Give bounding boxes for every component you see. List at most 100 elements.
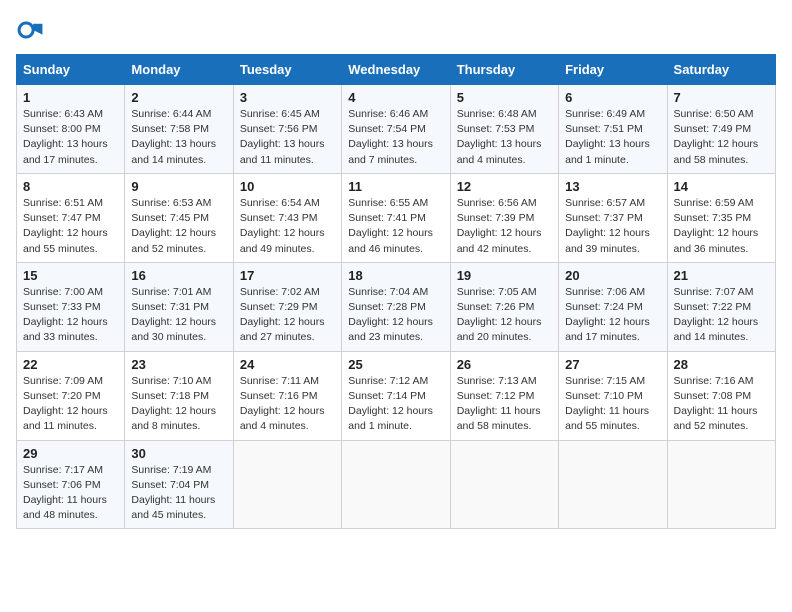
day-detail: Sunrise: 6:59 AMSunset: 7:35 PMDaylight:… bbox=[674, 196, 769, 257]
day-detail-line: Sunset: 7:16 PM bbox=[240, 390, 318, 402]
day-number: 25 bbox=[348, 357, 443, 372]
day-cell: 5Sunrise: 6:48 AMSunset: 7:53 PMDaylight… bbox=[450, 85, 558, 174]
day-detail: Sunrise: 6:56 AMSunset: 7:39 PMDaylight:… bbox=[457, 196, 552, 257]
day-detail-line: Sunrise: 7:19 AM bbox=[131, 464, 211, 476]
day-detail: Sunrise: 6:43 AMSunset: 8:00 PMDaylight:… bbox=[23, 107, 118, 168]
logo-icon bbox=[16, 16, 44, 44]
day-detail-line: Sunset: 7:45 PM bbox=[131, 212, 209, 224]
column-headers: SundayMondayTuesdayWednesdayThursdayFrid… bbox=[17, 55, 776, 85]
day-detail-line: Sunset: 7:04 PM bbox=[131, 479, 209, 491]
day-detail-line: Sunrise: 7:05 AM bbox=[457, 286, 537, 298]
day-detail-line: Daylight: 13 hours bbox=[457, 138, 542, 150]
day-detail-line: and 30 minutes. bbox=[131, 331, 206, 343]
day-detail-line: Sunset: 7:54 PM bbox=[348, 123, 426, 135]
day-detail-line: Sunrise: 6:43 AM bbox=[23, 108, 103, 120]
day-detail: Sunrise: 7:06 AMSunset: 7:24 PMDaylight:… bbox=[565, 285, 660, 346]
day-detail-line: Sunset: 7:22 PM bbox=[674, 301, 752, 313]
day-detail-line: and 1 minute. bbox=[565, 154, 629, 166]
day-detail: Sunrise: 7:01 AMSunset: 7:31 PMDaylight:… bbox=[131, 285, 226, 346]
day-detail-line: Daylight: 13 hours bbox=[131, 138, 216, 150]
day-detail-line: Daylight: 13 hours bbox=[348, 138, 433, 150]
day-detail-line: and 33 minutes. bbox=[23, 331, 98, 343]
day-detail-line: and 20 minutes. bbox=[457, 331, 532, 343]
day-cell: 15Sunrise: 7:00 AMSunset: 7:33 PMDayligh… bbox=[17, 262, 125, 351]
day-detail-line: Daylight: 12 hours bbox=[348, 405, 433, 417]
day-detail-line: Sunrise: 7:12 AM bbox=[348, 375, 428, 387]
day-detail: Sunrise: 6:46 AM Sunset: 7:54 PM Daylight:… bbox=[348, 107, 443, 168]
day-number: 29 bbox=[23, 446, 118, 461]
day-detail-line: Sunrise: 6:49 AM bbox=[565, 108, 645, 120]
day-detail-line: and 11 minutes. bbox=[240, 154, 314, 166]
day-detail-line: Sunrise: 6:53 AM bbox=[131, 197, 211, 209]
day-cell bbox=[450, 440, 558, 529]
week-row-5: 29Sunrise: 7:17 AMSunset: 7:06 PMDayligh… bbox=[17, 440, 776, 529]
day-number: 16 bbox=[131, 268, 226, 283]
day-detail: Sunrise: 7:11 AMSunset: 7:16 PMDaylight:… bbox=[240, 374, 335, 435]
day-detail-line: Daylight: 12 hours bbox=[131, 405, 216, 417]
day-cell: 25 Sunrise: 7:12 AMSunset: 7:14 PMDayligh… bbox=[342, 351, 450, 440]
day-number: 30 bbox=[131, 446, 226, 461]
day-number: 22 bbox=[23, 357, 118, 372]
day-detail: Sunrise: 6:55 AMSunset: 7:41 PMDaylight:… bbox=[348, 196, 443, 257]
day-number: 2 bbox=[131, 90, 226, 105]
day-detail-line: Sunrise: 7:17 AM bbox=[23, 464, 103, 476]
day-detail-line: Sunrise: 6:46 AM bbox=[348, 108, 428, 120]
day-cell: 14Sunrise: 6:59 AMSunset: 7:35 PMDayligh… bbox=[667, 173, 775, 262]
day-detail-line: Daylight: 12 hours bbox=[23, 227, 108, 239]
day-detail: Sunrise: 7:04 AMSunset: 7:28 PMDaylight:… bbox=[348, 285, 443, 346]
day-detail: Sunrise: 7:07 AMSunset: 7:22 PMDaylight:… bbox=[674, 285, 769, 346]
col-header-sunday: Sunday bbox=[17, 55, 125, 85]
day-cell bbox=[667, 440, 775, 529]
day-detail-line: Daylight: 12 hours bbox=[23, 405, 108, 417]
day-detail-line: Sunrise: 7:02 AM bbox=[240, 286, 320, 298]
day-cell: 19Sunrise: 7:05 AMSunset: 7:26 PMDayligh… bbox=[450, 262, 558, 351]
day-detail: Sunrise: 7:12 AMSunset: 7:14 PMDaylight:… bbox=[348, 374, 443, 435]
day-detail-line: and 55 minutes. bbox=[23, 243, 98, 255]
day-number: 3 bbox=[240, 90, 335, 105]
day-cell: 22Sunrise: 7:09 AMSunset: 7:20 PMDayligh… bbox=[17, 351, 125, 440]
day-cell: 18Sunrise: 7:04 AMSunset: 7:28 PMDayligh… bbox=[342, 262, 450, 351]
day-detail-line: Sunrise: 6:57 AM bbox=[565, 197, 645, 209]
day-detail: Sunrise: 7:13 AMSunset: 7:12 PMDaylight:… bbox=[457, 374, 552, 435]
day-cell bbox=[233, 440, 341, 529]
day-detail-line: Sunrise: 7:16 AM bbox=[674, 375, 754, 387]
day-detail-line: Daylight: 12 hours bbox=[565, 227, 650, 239]
header bbox=[16, 16, 776, 44]
day-detail-line: and 11 minutes. bbox=[23, 420, 97, 432]
day-detail-line: Daylight: 12 hours bbox=[240, 227, 325, 239]
calendar-table: SundayMondayTuesdayWednesdayThursdayFrid… bbox=[16, 54, 776, 529]
day-detail-line: Sunset: 7:43 PM bbox=[240, 212, 318, 224]
day-detail: Sunrise: 6:57 AMSunset: 7:37 PMDaylight:… bbox=[565, 196, 660, 257]
col-header-friday: Friday bbox=[559, 55, 667, 85]
logo bbox=[16, 16, 48, 44]
col-header-thursday: Thursday bbox=[450, 55, 558, 85]
week-row-4: 22Sunrise: 7:09 AMSunset: 7:20 PMDayligh… bbox=[17, 351, 776, 440]
day-detail-line: and 58 minutes. bbox=[674, 154, 749, 166]
day-detail-line: Sunset: 7:31 PM bbox=[131, 301, 209, 313]
day-cell: 21Sunrise: 7:07 AMSunset: 7:22 PMDayligh… bbox=[667, 262, 775, 351]
day-cell: 26 Sunrise: 7:13 AMSunset: 7:12 PMDayligh… bbox=[450, 351, 558, 440]
week-row-2: 8Sunrise: 6:51 AMSunset: 7:47 PMDaylight… bbox=[17, 173, 776, 262]
day-detail: Sunrise: 7:10 AMSunset: 7:18 PMDaylight:… bbox=[131, 374, 226, 435]
day-number: 6 bbox=[565, 90, 660, 105]
day-detail: Sunrise: 6:44 AMSunset: 7:58 PMDaylight:… bbox=[131, 107, 226, 168]
day-cell: 7Sunrise: 6:50 AMSunset: 7:49 PMDaylight… bbox=[667, 85, 775, 174]
day-detail-line: Sunrise: 7:01 AM bbox=[131, 286, 211, 298]
day-detail-line: and 42 minutes. bbox=[457, 243, 532, 255]
day-detail: Sunrise: 7:05 AMSunset: 7:26 PMDaylight:… bbox=[457, 285, 552, 346]
day-detail-line: Sunrise: 6:59 AM bbox=[674, 197, 754, 209]
day-detail-line: Sunset: 7:53 PM bbox=[457, 123, 535, 135]
day-detail-line: Sunrise: 6:44 AM bbox=[131, 108, 211, 120]
day-detail-line: and 58 minutes. bbox=[457, 420, 532, 432]
day-cell: 3Sunrise: 6:45 AMSunset: 7:56 PMDaylight… bbox=[233, 85, 341, 174]
col-header-monday: Monday bbox=[125, 55, 233, 85]
day-detail-line: and 17 minutes. bbox=[23, 154, 98, 166]
day-cell: 6Sunrise: 6:49 AMSunset: 7:51 PMDaylight… bbox=[559, 85, 667, 174]
day-cell: 16Sunrise: 7:01 AMSunset: 7:31 PMDayligh… bbox=[125, 262, 233, 351]
day-number: 26 bbox=[457, 357, 552, 372]
day-detail-line: and 55 minutes. bbox=[565, 420, 640, 432]
day-number: 7 bbox=[674, 90, 769, 105]
day-number: 17 bbox=[240, 268, 335, 283]
day-detail-line: Sunset: 7:51 PM bbox=[565, 123, 643, 135]
day-detail-line: Daylight: 12 hours bbox=[131, 227, 216, 239]
